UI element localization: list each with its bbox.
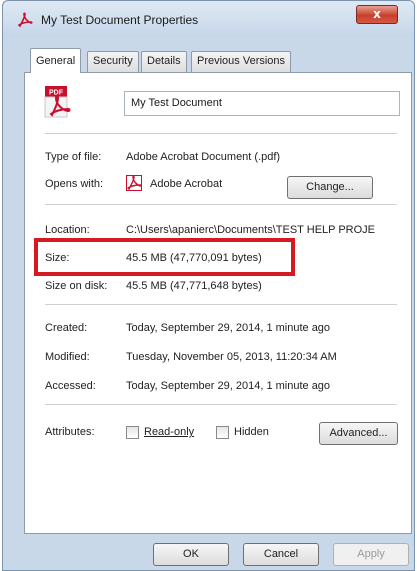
general-panel: PDF My Test Document Type of file: Adobe… — [24, 72, 412, 534]
hidden-checkbox[interactable] — [216, 426, 229, 439]
created-label: Created: — [45, 322, 88, 334]
adobe-acrobat-icon — [126, 175, 142, 191]
accessed-value: Today, September 29, 2014, 1 minute ago — [126, 380, 331, 392]
read-only-label[interactable]: Read-only — [144, 426, 194, 438]
separator — [45, 133, 397, 134]
window-title: My Test Document Properties — [41, 13, 199, 27]
cancel-button-label: Cancel — [263, 548, 299, 560]
tab-security[interactable]: Security — [87, 51, 139, 72]
apply-button[interactable]: Apply — [333, 543, 409, 566]
close-icon: x — [373, 7, 381, 21]
separator — [45, 404, 397, 405]
accessed-label: Accessed: — [45, 380, 96, 392]
ok-button-label: OK — [183, 548, 199, 560]
title-bar[interactable]: My Test Document Properties x — [3, 1, 414, 37]
separator — [45, 204, 397, 205]
size-highlight-box — [34, 238, 295, 276]
advanced-button-label: Advanced... — [329, 427, 388, 439]
tab-general[interactable]: General — [30, 48, 82, 73]
cancel-button[interactable]: Cancel — [243, 543, 319, 566]
tab-details[interactable]: Details — [141, 51, 187, 72]
change-button-label: Change... — [306, 181, 354, 193]
hidden-label[interactable]: Hidden — [234, 426, 269, 438]
svg-text:PDF: PDF — [49, 90, 64, 97]
opens-with-value: Adobe Acrobat — [150, 178, 223, 190]
type-of-file-label: Type of file: — [45, 151, 102, 163]
size-on-disk-value: 45.5 MB (47,771,648 bytes) — [126, 280, 262, 292]
file-name-input[interactable]: My Test Document — [124, 91, 400, 116]
modified-value: Tuesday, November 05, 2013, 11:20:34 AM — [126, 351, 337, 363]
ok-button[interactable]: OK — [153, 543, 229, 566]
read-only-checkbox[interactable] — [126, 426, 139, 439]
tab-previous-versions[interactable]: Previous Versions — [191, 51, 292, 72]
modified-label: Modified: — [45, 351, 90, 363]
properties-window: My Test Document Properties x General Se… — [2, 0, 415, 571]
size-on-disk-label: Size on disk: — [45, 280, 108, 292]
pdf-title-icon — [17, 12, 33, 28]
created-value: Today, September 29, 2014, 1 minute ago — [126, 322, 331, 334]
separator — [45, 304, 397, 305]
pdf-file-icon: PDF — [44, 86, 71, 118]
advanced-button[interactable]: Advanced... — [319, 422, 398, 445]
attributes-label: Attributes: — [45, 426, 95, 438]
type-of-file-value: Adobe Acrobat Document (.pdf) — [126, 151, 281, 163]
close-button[interactable]: x — [356, 5, 398, 24]
apply-button-label: Apply — [357, 548, 385, 560]
location-label: Location: — [45, 224, 90, 236]
opens-with-label: Opens with: — [45, 178, 104, 190]
change-button[interactable]: Change... — [287, 176, 373, 199]
location-value: C:\Users\apanierc\Documents\TEST HELP PR… — [126, 224, 376, 236]
